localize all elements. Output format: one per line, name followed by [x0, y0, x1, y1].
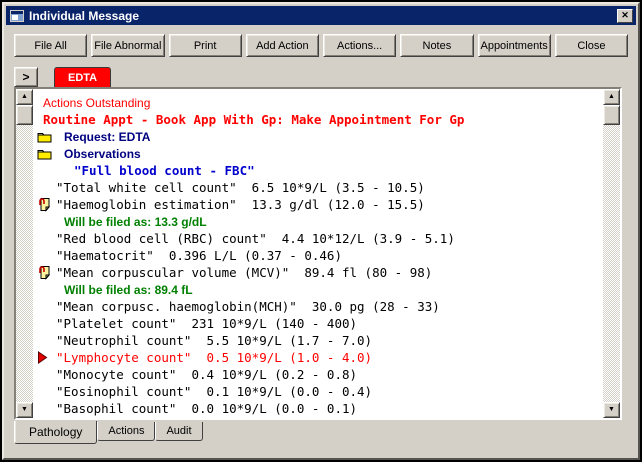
- scrollbar-thumb[interactable]: [603, 105, 620, 125]
- message-line[interactable]: "Lymphocyte count" 0.5 10*9/L (1.0 - 4.0…: [33, 349, 603, 366]
- message-line[interactable]: Observations: [33, 145, 603, 162]
- results-list: Actions Outstanding Routine Appt - Book …: [33, 89, 603, 418]
- toolbar-button-notes[interactable]: Notes: [400, 34, 473, 57]
- scrollbar-track[interactable]: [603, 125, 620, 402]
- bottom-tab-strip: PathologyActionsAudit: [14, 421, 203, 446]
- toolbar: File AllFile AbnormalPrintAdd ActionActi…: [14, 34, 628, 57]
- toolbar-button-add-action[interactable]: Add Action: [246, 34, 319, 57]
- toolbar-button-appointments[interactable]: Appointments: [478, 34, 551, 57]
- marker-icon: [37, 350, 53, 365]
- message-tab-strip: > EDTA: [14, 65, 111, 87]
- scroll-down-icon[interactable]: ▼: [16, 402, 33, 418]
- message-line[interactable]: "Monocyte count" 0.4 10*9/L (0.2 - 0.8): [33, 366, 603, 383]
- message-line[interactable]: "Mean corpusc. haemoglobin(MCH)" 30.0 pg…: [33, 298, 603, 315]
- scrollbar-track[interactable]: [16, 125, 33, 402]
- message-line[interactable]: Request: EDTA: [33, 128, 603, 145]
- scrollbar-thumb[interactable]: [16, 105, 33, 125]
- individual-message-window: Individual Message ✕ File AllFile Abnorm…: [2, 2, 640, 460]
- close-icon[interactable]: ✕: [617, 9, 633, 23]
- scroll-up-icon[interactable]: ▲: [16, 89, 33, 105]
- screen: { "colors":{"titlebar":"#0a246a","dialog…: [0, 0, 642, 462]
- left-scrollbar[interactable]: ▲ ▼: [16, 89, 33, 418]
- window-icon: [9, 9, 25, 23]
- window-title: Individual Message: [29, 9, 139, 23]
- scroll-down-icon[interactable]: ▼: [603, 402, 620, 418]
- message-line[interactable]: "Total white cell count" 6.5 10*9/L (3.5…: [33, 179, 603, 196]
- right-scrollbar[interactable]: ▲ ▼: [603, 89, 620, 418]
- toolbar-button-file-abnormal[interactable]: File Abnormal: [91, 34, 164, 57]
- folder-icon: [37, 129, 53, 144]
- message-line[interactable]: "Haemoglobin estimation" 13.3 g/dl (12.0…: [33, 196, 603, 213]
- bottom-tab-actions[interactable]: Actions: [97, 422, 155, 441]
- message-line[interactable]: Will be filed as: 89.4 fL: [33, 281, 603, 298]
- message-line[interactable]: "Platelet count" 231 10*9/L (140 - 400): [33, 315, 603, 332]
- note-icon: [37, 265, 53, 280]
- message-line[interactable]: "Red blood cell (RBC) count" 4.4 10*12/L…: [33, 230, 603, 247]
- message-line[interactable]: Actions Outstanding: [33, 94, 603, 111]
- toolbar-button-actions[interactable]: Actions...: [323, 34, 396, 57]
- message-line[interactable]: Routine Appt - Book App With Gp: Make Ap…: [33, 111, 603, 128]
- folder-icon: [37, 146, 53, 161]
- expand-tabs-button[interactable]: >: [14, 67, 38, 87]
- tab-edta[interactable]: EDTA: [54, 67, 111, 87]
- message-content-panel: ▲ ▼ Actions Outstanding Routine Appt - B…: [14, 87, 622, 420]
- message-line[interactable]: "Neutrophil count" 5.5 10*9/L (1.7 - 7.0…: [33, 332, 603, 349]
- toolbar-button-print[interactable]: Print: [169, 34, 242, 57]
- bottom-tab-audit[interactable]: Audit: [155, 422, 202, 441]
- title-bar: Individual Message ✕: [6, 6, 636, 25]
- toolbar-button-file-all[interactable]: File All: [14, 34, 87, 57]
- message-line[interactable]: "Basophil count" 0.0 10*9/L (0.0 - 0.1): [33, 400, 603, 417]
- note-icon: [37, 197, 53, 212]
- message-line[interactable]: "Eosinophil count" 0.1 10*9/L (0.0 - 0.4…: [33, 383, 603, 400]
- toolbar-button-close[interactable]: Close: [555, 34, 628, 57]
- scroll-up-icon[interactable]: ▲: [603, 89, 620, 105]
- message-line[interactable]: "Full blood count - FBC": [33, 162, 603, 179]
- message-line[interactable]: "Haematocrit" 0.396 L/L (0.37 - 0.46): [33, 247, 603, 264]
- message-line[interactable]: Will be filed as: 13.3 g/dL: [33, 213, 603, 230]
- message-line[interactable]: "Mean corpuscular volume (MCV)" 89.4 fl …: [33, 264, 603, 281]
- bottom-tab-pathology[interactable]: Pathology: [14, 421, 97, 444]
